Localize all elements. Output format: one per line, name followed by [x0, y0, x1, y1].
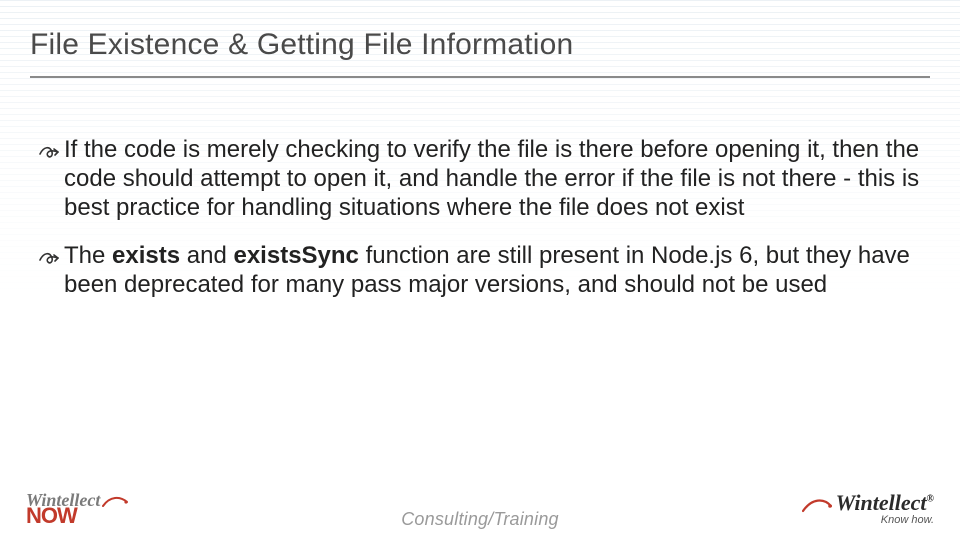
- curly-arrow-icon: [38, 246, 62, 270]
- curly-arrow-icon: [38, 140, 62, 164]
- bullet-text: The exists and existsSync function are s…: [64, 242, 922, 300]
- registered-mark: ®: [927, 494, 934, 505]
- logo-right-tagline: Know how.: [881, 515, 934, 526]
- bullet-bold: exists: [112, 242, 180, 269]
- slide: File Existence & Getting File Informatio…: [0, 0, 960, 540]
- bullet-text-segment: The: [64, 242, 112, 269]
- bullet-text: If the code is merely checking to verify…: [64, 136, 922, 222]
- swoosh-icon: [802, 496, 832, 514]
- logo-left-line2: NOW: [26, 506, 128, 526]
- title-area: File Existence & Getting File Informatio…: [0, 0, 960, 70]
- logo-wintellect: Wintellect® Know how.: [802, 492, 934, 526]
- bullet-text-segment: and: [180, 242, 233, 269]
- content-area: If the code is merely checking to verify…: [0, 78, 960, 300]
- footer: Wintellect NOW Wintellect® Know how.: [0, 484, 960, 540]
- slide-title: File Existence & Getting File Informatio…: [30, 28, 930, 62]
- bullet-bold: existsSync: [233, 242, 358, 269]
- bullet-item: If the code is merely checking to verify…: [38, 136, 922, 222]
- logo-right-brand: Wintellect®: [836, 492, 934, 514]
- bullet-item: The exists and existsSync function are s…: [38, 242, 922, 300]
- logo-wintellect-now: Wintellect NOW: [26, 492, 128, 526]
- logo-right-brand-text: Wintellect: [836, 490, 927, 515]
